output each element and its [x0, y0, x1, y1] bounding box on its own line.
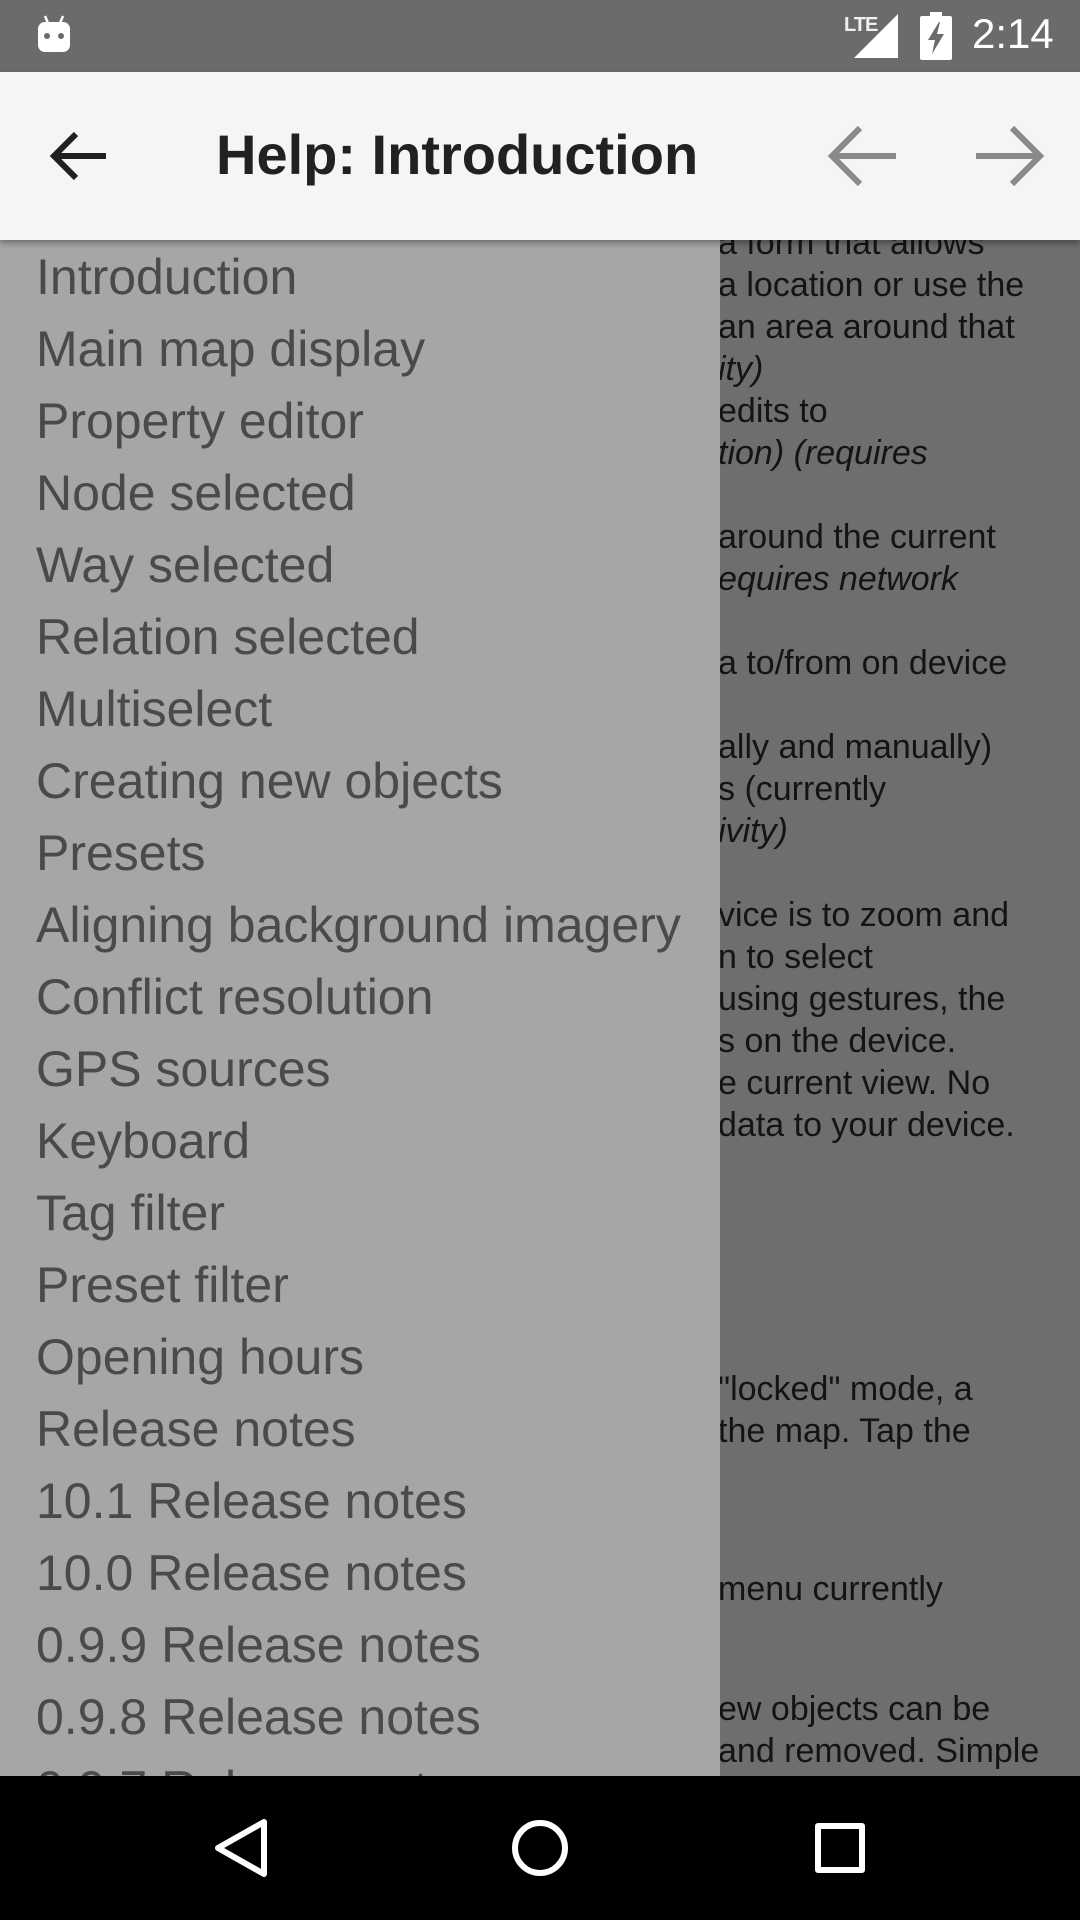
drawer-item-aligning-background-imagery[interactable]: Aligning background imagery	[36, 896, 681, 954]
help-text-line: an area around that	[718, 308, 1015, 346]
drawer-item-keyboard[interactable]: Keyboard	[36, 1112, 250, 1170]
help-text-line: vice is to zoom and	[718, 896, 1010, 934]
drawer-item-main-map-display[interactable]: Main map display	[36, 320, 425, 378]
help-text-line: a location or use the	[718, 266, 1025, 304]
drawer-item-way-selected[interactable]: Way selected	[36, 536, 334, 594]
help-text-line: "locked" mode, a	[718, 1370, 973, 1408]
help-text-line: ew objects can be	[718, 1690, 991, 1728]
help-text-line: ivity)	[718, 812, 788, 850]
help-text-line: a to/from on device	[718, 644, 1008, 682]
app-bar: Help: Introduction	[0, 72, 1080, 240]
help-text-line: s on the device.	[718, 1022, 957, 1060]
help-topics-drawer: Introduction Main map display Property e…	[0, 240, 720, 1776]
drawer-item-introduction[interactable]: Introduction	[36, 248, 297, 306]
help-text-line: menu currently	[718, 1570, 943, 1608]
drawer-item-0-9-8-release-notes[interactable]: 0.9.8 Release notes	[36, 1688, 481, 1746]
clock: 2:14	[972, 10, 1054, 57]
drawer-item-10-0-release-notes[interactable]: 10.0 Release notes	[36, 1544, 467, 1602]
help-text-line: around the current	[718, 518, 996, 556]
page-title: Help: Introduction	[216, 123, 699, 186]
drawer-item-release-notes[interactable]: Release notes	[36, 1400, 356, 1458]
help-text-line: n to select	[718, 938, 873, 976]
drawer-item-creating-new-objects[interactable]: Creating new objects	[36, 752, 503, 810]
help-text-line: the map. Tap the	[718, 1412, 971, 1450]
help-text-line: using gestures, the	[718, 980, 1006, 1018]
android-icon	[38, 15, 70, 52]
help-text-line: data to your device.	[718, 1106, 1015, 1144]
drawer-item-preset-filter[interactable]: Preset filter	[36, 1256, 289, 1314]
help-text-line: a form that allows	[718, 240, 985, 262]
drawer-item-node-selected[interactable]: Node selected	[36, 464, 356, 522]
drawer-item-0-9-9-release-notes[interactable]: 0.9.9 Release notes	[36, 1616, 481, 1674]
system-navigation-bar	[0, 1776, 1080, 1920]
drawer-item-presets[interactable]: Presets	[36, 824, 206, 882]
history-back-icon[interactable]	[822, 120, 906, 192]
history-forward-icon[interactable]	[966, 120, 1050, 192]
drawer-item-0-9-7-release-notes[interactable]: 0.9.7 Release notes	[36, 1760, 481, 1776]
drawer-item-property-editor[interactable]: Property editor	[36, 392, 364, 450]
help-text-line: and removed. Simple	[718, 1732, 1040, 1770]
help-text-line: ity)	[718, 350, 764, 388]
drawer-item-multiselect[interactable]: Multiselect	[36, 680, 272, 738]
status-bar: LTE 2:14	[0, 0, 1080, 72]
help-text-line: e current view. No	[718, 1064, 991, 1102]
back-triangle-icon[interactable]	[204, 1812, 276, 1884]
drawer-item-tag-filter[interactable]: Tag filter	[36, 1184, 225, 1242]
battery-charging-icon	[920, 12, 952, 60]
recents-square-icon[interactable]	[804, 1812, 876, 1884]
drawer-item-10-1-release-notes[interactable]: 10.1 Release notes	[36, 1472, 467, 1530]
arrow-left-icon[interactable]	[44, 124, 116, 188]
help-text-line: equires network	[718, 560, 959, 598]
drawer-item-opening-hours[interactable]: Opening hours	[36, 1328, 364, 1386]
home-circle-icon[interactable]	[504, 1812, 576, 1884]
drawer-item-conflict-resolution[interactable]: Conflict resolution	[36, 968, 433, 1026]
drawer-item-relation-selected[interactable]: Relation selected	[36, 608, 420, 666]
help-text-line: s (currently	[718, 770, 887, 808]
help-text-line: tion) (requires	[718, 434, 928, 472]
help-text-line: ally and manually)	[718, 728, 993, 766]
signal-icon	[854, 14, 898, 58]
help-text-line: edits to	[718, 392, 828, 430]
drawer-item-gps-sources[interactable]: GPS sources	[36, 1040, 331, 1098]
